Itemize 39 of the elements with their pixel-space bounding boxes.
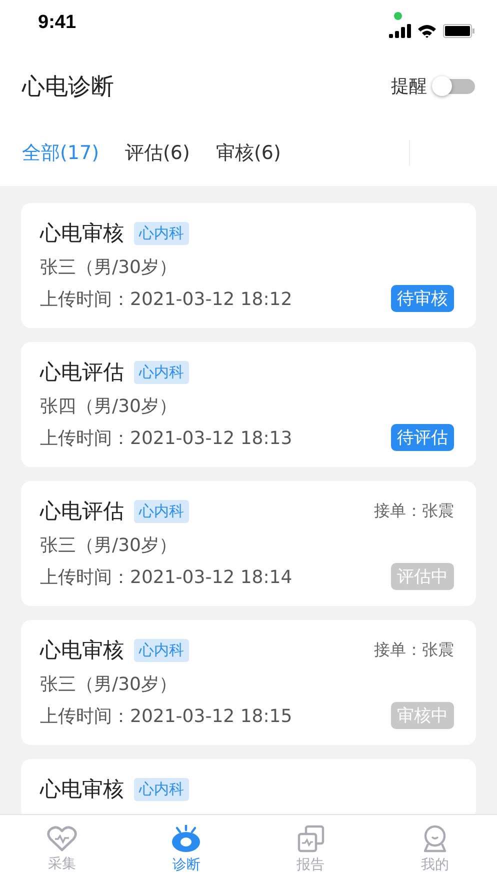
card-title: 心电评估	[40, 498, 124, 525]
status-badge: 待评估	[391, 424, 454, 451]
status-badge: 待审核	[391, 285, 454, 312]
patient-info: 张三（男/30岁）	[40, 534, 178, 557]
status-time: 9:41	[38, 12, 76, 34]
department-tag: 心内科	[134, 360, 189, 384]
page-title: 心电诊断	[22, 72, 114, 102]
upload-time: 上传时间：2021-03-12 18:15	[40, 704, 292, 728]
wifi-icon	[417, 24, 437, 38]
card-title: 心电审核	[40, 637, 124, 664]
person-icon	[422, 824, 448, 852]
assignee-text: 接单：张震	[374, 640, 454, 660]
filter-tab[interactable]: 评估(6)	[119, 136, 196, 170]
card-title: 心电审核	[40, 776, 124, 803]
camera-indicator-icon	[394, 12, 402, 20]
department-tag: 心内科	[134, 638, 189, 662]
assignee-text: 接单：张震	[374, 500, 454, 522]
department-tag: 心内科	[134, 778, 189, 800]
department-tag: 心内科	[134, 222, 189, 244]
department-tag: 心内科	[134, 500, 189, 522]
signal-icon	[389, 24, 411, 38]
filter-tab[interactable]: 审核(6)	[210, 136, 287, 170]
card-title: 心电审核	[40, 220, 124, 247]
heart-pulse-icon	[47, 826, 78, 852]
patient-info: 张三（男/30岁）	[40, 673, 178, 696]
upload-time: 上传时间：2021-03-12 18:13	[40, 426, 292, 450]
diagnosis-card[interactable]: 心电审核 心内科	[21, 759, 476, 814]
diagnosis-card[interactable]: 心电评估 心内科 张四（男/30岁） 上传时间：2021-03-12 18:13 待评估	[21, 342, 476, 467]
diagnosis-card[interactable]: 心电审核 心内科 张三（男/30岁） 上传时间：2021-03-12 18:12 待审核	[21, 203, 476, 328]
eye-icon	[171, 824, 202, 852]
report-icon	[296, 824, 325, 852]
patient-info: 张三（男/30岁）	[40, 256, 178, 279]
reminder-label: 提醒	[391, 75, 427, 98]
upload-time: 上传时间：2021-03-12 18:14	[40, 566, 292, 588]
battery-icon	[443, 24, 475, 38]
upload-time: 上传时间：2021-03-12 18:12	[40, 288, 292, 310]
card-title: 心电评估	[40, 359, 124, 386]
reminder-toggle[interactable]	[435, 78, 475, 94]
patient-info: 张四（男/30岁）	[40, 395, 178, 418]
